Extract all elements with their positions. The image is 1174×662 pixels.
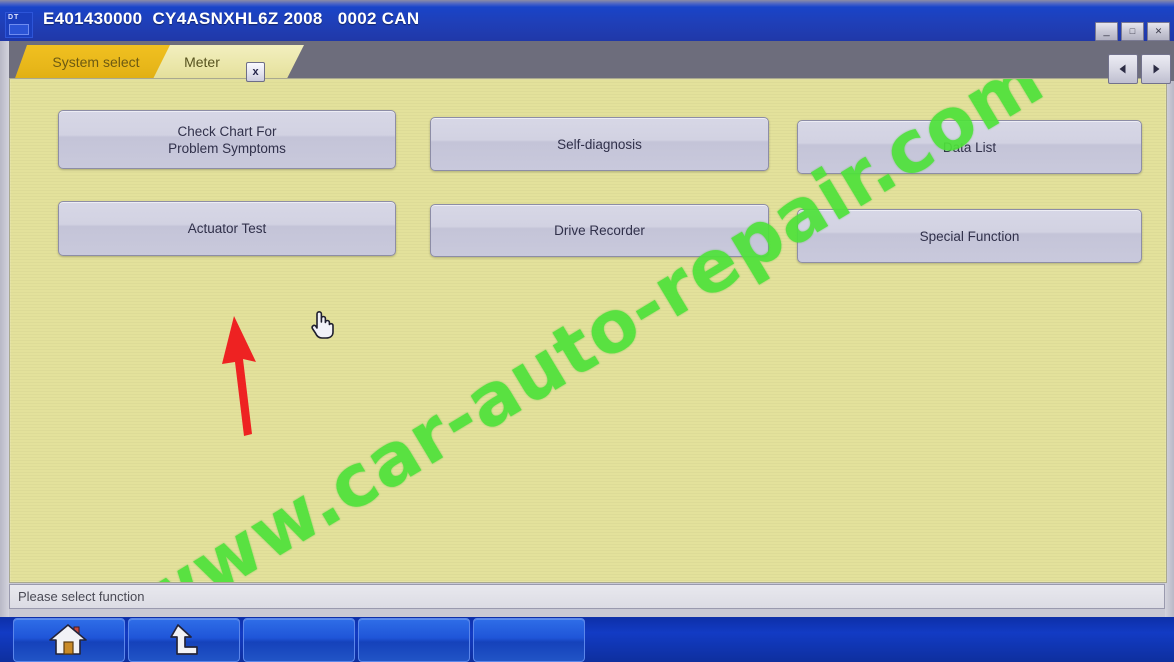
button-special-function[interactable]: Special Function [797, 209, 1142, 263]
chevron-right-icon [1153, 64, 1160, 74]
window-controls: _ □ ✕ [1095, 22, 1170, 41]
tab-meter-close-button[interactable]: x [246, 62, 265, 82]
button-check-chart-for-problem-symptoms[interactable]: Check Chart For Problem Symptoms [58, 110, 396, 169]
status-bar: Please select function [9, 584, 1165, 609]
button-data-list[interactable]: Data List [797, 120, 1142, 174]
tab-scroll-right-button[interactable] [1141, 54, 1171, 84]
button-actuator-test-label: Actuator Test [187, 221, 267, 236]
title-bar-highlight [0, 0, 1174, 7]
bottom-toolbar [0, 617, 1174, 662]
chevron-left-icon [1119, 64, 1126, 74]
tab-scroll-buttons [1108, 54, 1171, 84]
button-data-list-label: Data List [942, 139, 997, 155]
tab-strip: System select Meter x [0, 41, 1174, 82]
maximize-button[interactable]: □ [1121, 22, 1144, 41]
status-message: Please select function [18, 589, 145, 604]
minimize-button[interactable]: _ [1095, 22, 1118, 41]
minimize-icon: _ [1103, 25, 1110, 37]
button-drive-recorder-label: Drive Recorder [554, 223, 645, 238]
home-icon [49, 623, 87, 655]
button-check-chart-label: Check Chart For Problem Symptoms [168, 123, 286, 157]
close-icon: ✕ [1154, 26, 1163, 36]
window-frame-left [0, 41, 9, 617]
close-button[interactable]: ✕ [1147, 22, 1170, 41]
tab-meter-label: Meter [184, 54, 220, 70]
toolbar-blank-button-1[interactable] [243, 617, 355, 662]
button-self-diagnosis[interactable]: Self-diagnosis [430, 117, 769, 171]
function-menu-pane: www.car-auto-repair.com Check Chart For … [9, 78, 1167, 583]
application-icon-label: DT [8, 14, 20, 21]
button-self-diagnosis-label: Self-diagnosis [557, 136, 642, 152]
application-window: DT E401430000 CY4ASNXHL6Z 2008 0002 CAN … [0, 0, 1174, 662]
maximize-icon: □ [1129, 26, 1136, 36]
button-check-chart-line1: Check Chart For [177, 123, 277, 139]
button-actuator-test[interactable]: Actuator Test [58, 201, 396, 256]
annotation-arrow-icon [222, 316, 256, 436]
button-check-chart-line2: Problem Symptoms [168, 140, 286, 156]
button-drive-recorder[interactable]: Drive Recorder [430, 204, 769, 257]
arrow-up-level-icon [170, 623, 198, 655]
toolbar-blank-button-3[interactable] [473, 617, 585, 662]
application-icon: DT [5, 12, 33, 38]
button-special-function-label: Special Function [919, 228, 1020, 244]
tab-meter[interactable]: Meter [152, 45, 304, 81]
toolbar-home-button[interactable] [13, 617, 125, 662]
title-bar: DT E401430000 CY4ASNXHL6Z 2008 0002 CAN … [0, 0, 1174, 42]
tab-scroll-left-button[interactable] [1108, 54, 1138, 84]
mouse-cursor-hand-icon [311, 311, 334, 339]
window-title: E401430000 CY4ASNXHL6Z 2008 0002 CAN [43, 9, 420, 28]
toolbar-blank-button-2[interactable] [358, 617, 470, 662]
toolbar-up-level-button[interactable] [128, 617, 240, 662]
application-icon-glyph [9, 24, 29, 35]
